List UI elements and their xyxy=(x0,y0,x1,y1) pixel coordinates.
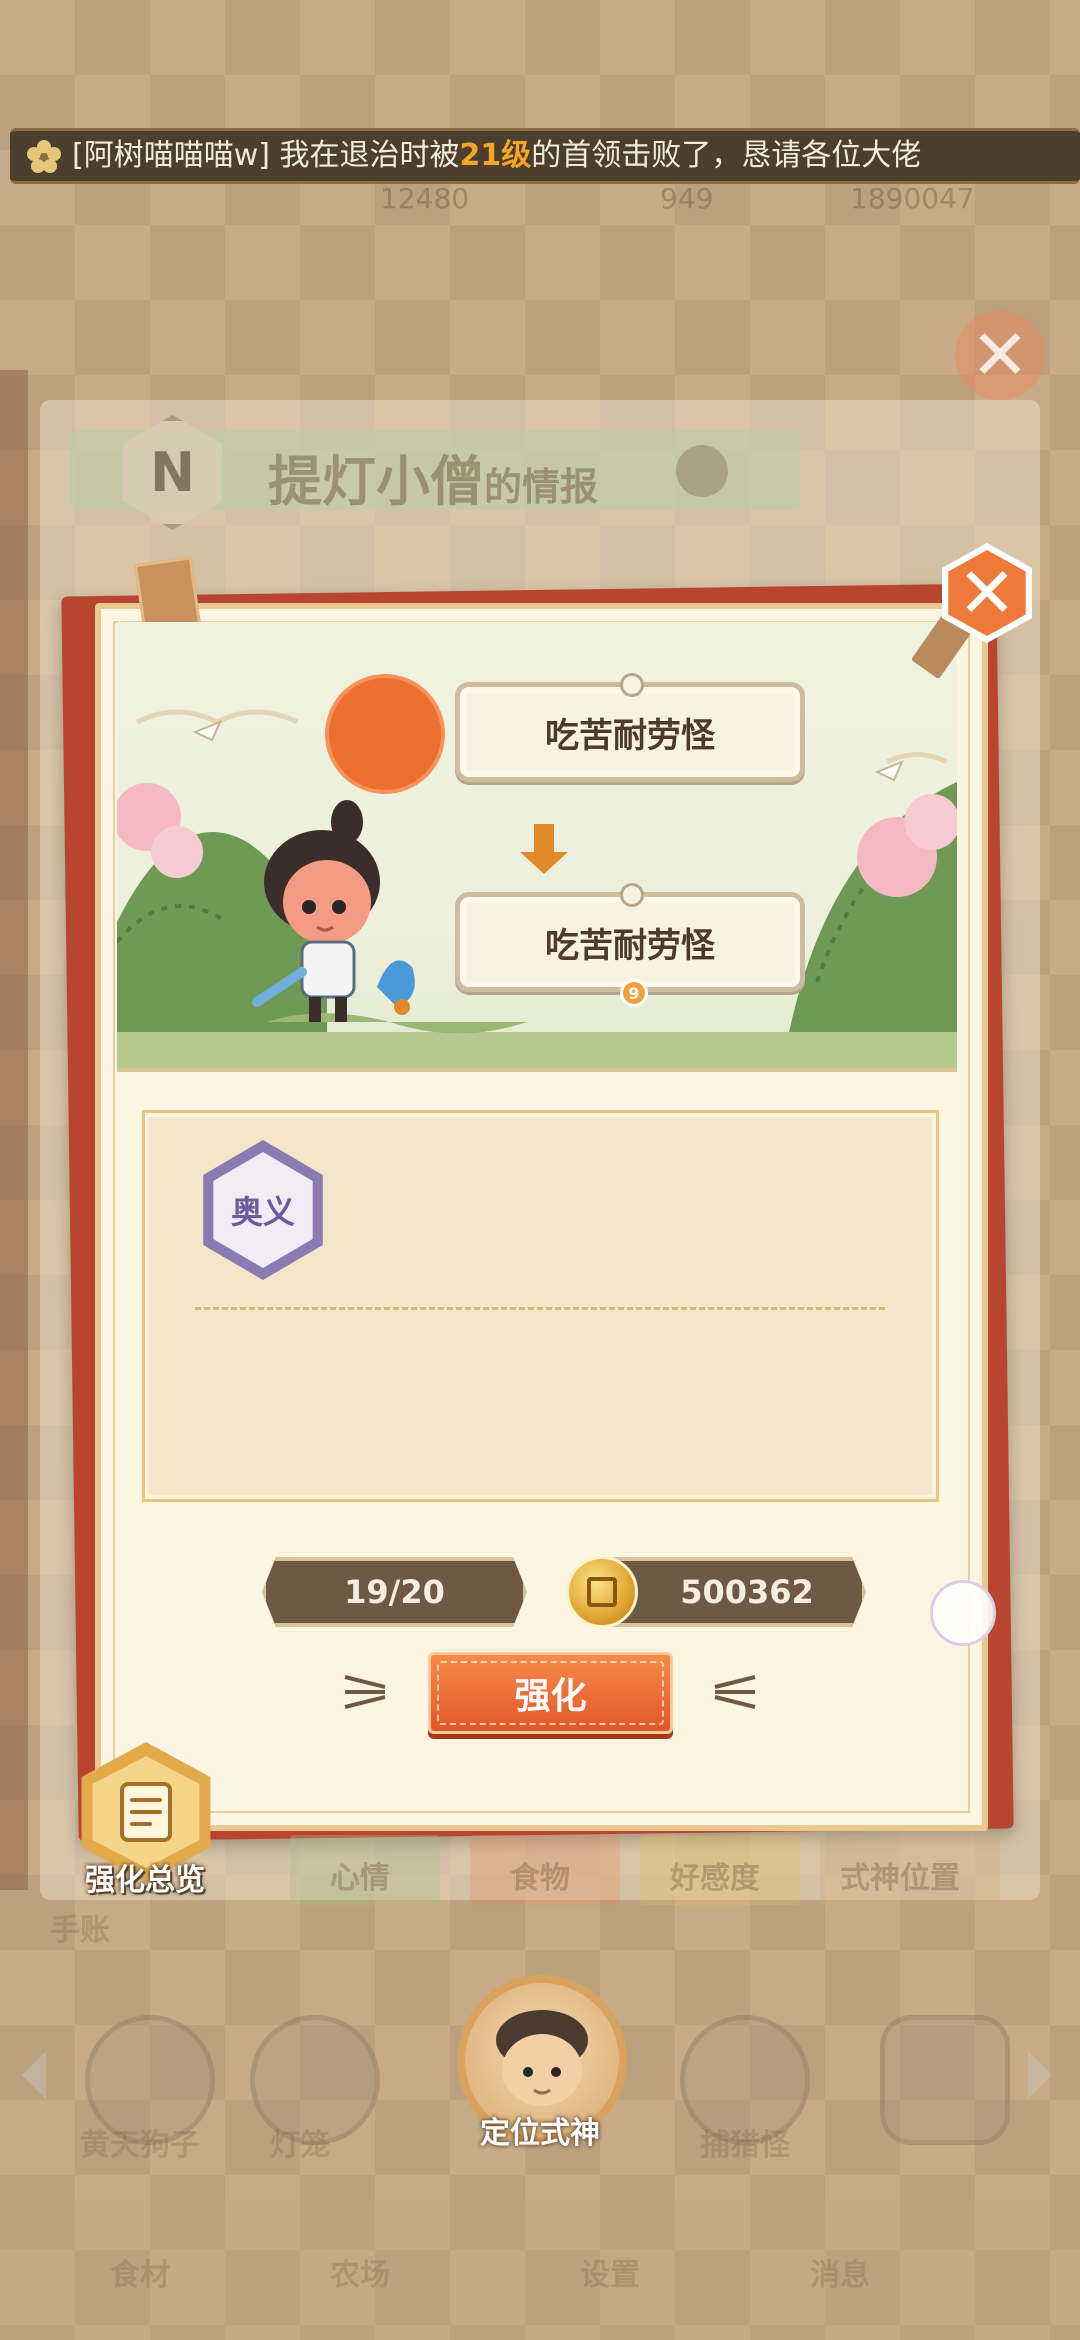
close-button[interactable]: ✕ xyxy=(937,543,1037,643)
form-emblem-icon xyxy=(620,883,644,907)
form-after-label: 吃苦耐劳怪 xyxy=(545,925,715,966)
title-suffix: 的情报 xyxy=(484,465,599,509)
bottom-name-1: 黄天狗子 xyxy=(80,2128,200,2163)
right-deco-icon xyxy=(714,1675,756,1709)
enhance-button[interactable]: 强化 xyxy=(428,1652,673,1734)
coin-counter: 500362 xyxy=(598,1557,866,1627)
background-tabs: 心情 食物 好感度 式神位置 xyxy=(170,1835,1000,1905)
coin-icon xyxy=(566,1556,638,1628)
next-arrow-icon[interactable] xyxy=(1020,2045,1060,2105)
form-before-label: 吃苦耐劳怪 xyxy=(545,715,715,756)
marquee-suffix: 的首领击败了，恳请各位大佬 xyxy=(531,138,922,173)
bottom-menu-4: 消息 xyxy=(810,2258,870,2293)
form-emblem-icon xyxy=(620,673,644,697)
floating-assist-button[interactable] xyxy=(930,1580,996,1646)
shikigami-name: 提灯小僧 xyxy=(268,450,484,513)
bg-tab-4: 式神位置 xyxy=(840,1861,960,1896)
bottom-menu-bar: 食材 农场 设置 消息 xyxy=(0,2200,1080,2340)
background-title: 提灯小僧的情报 xyxy=(268,437,598,516)
bg-stat-1: 12480 xyxy=(380,182,470,215)
left-deco-icon xyxy=(344,1675,386,1709)
locate-shikigami-label: 定位式神 xyxy=(480,2116,600,2151)
flower-icon xyxy=(27,140,61,173)
background-close-icon: ✕ xyxy=(955,310,1045,400)
bottom-name-2: 灯笼 xyxy=(270,2128,330,2163)
progress-counter: 19/20 xyxy=(262,1557,527,1627)
bg-tab-2: 食物 xyxy=(510,1861,570,1896)
edit-icon xyxy=(676,445,728,497)
document-icon xyxy=(120,1782,172,1842)
bg-stat-3: 1890047 xyxy=(850,182,975,215)
bottom-name-3: 捕猎怪 xyxy=(700,2128,790,2163)
evolution-scene: 吃苦耐劳怪 吃苦耐劳怪 9 xyxy=(117,622,957,1072)
bg-stat-2: 949 xyxy=(660,182,714,215)
bottom-menu-2: 农场 xyxy=(330,2258,390,2293)
bg-side-label: 手账 xyxy=(50,1913,110,1948)
background-stats: 12480 949 1890047 xyxy=(60,182,1020,215)
bg-tab-1: 心情 xyxy=(330,1861,390,1896)
bg-tab-3: 好感度 xyxy=(670,1861,760,1896)
background-left-strip xyxy=(0,370,28,1890)
prev-arrow-icon[interactable] xyxy=(14,2045,54,2105)
announcement-marquee: [阿树喵喵喵w] 我在退治时被21级的首领击败了，恳请各位大佬 xyxy=(10,128,1080,184)
shikigami-portrait-4[interactable] xyxy=(880,2015,1010,2145)
enhance-button-label: 强化 xyxy=(514,1676,587,1717)
bottom-menu-3: 设置 xyxy=(580,2258,640,2293)
enhance-overview-label: 强化总览 xyxy=(85,1863,205,1898)
skill-divider xyxy=(195,1307,885,1310)
close-icon: ✕ xyxy=(957,552,1017,634)
form-before-box: 吃苦耐劳怪 xyxy=(455,673,805,782)
bottom-menu-1: 食材 xyxy=(110,2258,170,2293)
shikigami-face-icon xyxy=(496,2010,588,2106)
marquee-prefix: [阿树喵喵喵w] 我在退治时被 xyxy=(72,138,460,173)
form-after-box: 吃苦耐劳怪 9 xyxy=(455,883,805,1007)
marquee-level: 21级 xyxy=(459,138,532,173)
level-badge: 9 xyxy=(620,979,648,1007)
